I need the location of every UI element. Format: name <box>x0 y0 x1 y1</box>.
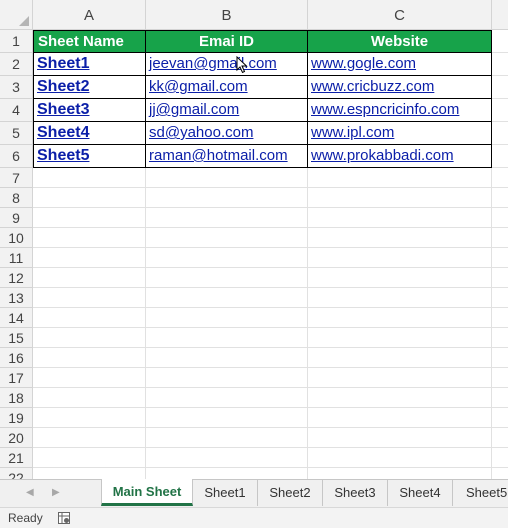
column-header-a[interactable]: A <box>33 0 146 30</box>
gridline <box>33 187 508 188</box>
sheet-link[interactable]: Sheet2 <box>37 78 89 95</box>
email-link[interactable]: raman@hotmail.com <box>149 147 288 164</box>
row-header[interactable]: 1 <box>0 30 33 53</box>
gridline <box>33 447 508 448</box>
website-link[interactable]: www.prokabbadi.com <box>311 147 454 164</box>
row-header[interactable]: 15 <box>0 328 33 348</box>
row-header[interactable]: 2 <box>0 53 33 76</box>
spreadsheet-grid[interactable]: A B C 1 2 3 4 5 6 7 8 9 10 11 12 13 14 15 16 17 18 19 20 21 2… <box>0 0 508 479</box>
tab-sheet5[interactable]: Sheet5 <box>453 479 508 506</box>
website-link[interactable]: www.cricbuzz.com <box>311 78 434 95</box>
triangle-left-icon[interactable]: ◀ <box>26 487 34 498</box>
row-header[interactable]: 17 <box>0 368 33 388</box>
website-cell[interactable]: www.espncricinfo.com <box>308 99 492 122</box>
triangle-right-icon[interactable]: ▶ <box>52 487 60 498</box>
gridline <box>33 307 508 308</box>
gridline <box>33 367 508 368</box>
mouse-pointer-icon <box>236 56 248 74</box>
website-cell[interactable]: www.ipl.com <box>308 122 492 145</box>
row-header[interactable]: 12 <box>0 268 33 288</box>
website-link[interactable]: www.espncricinfo.com <box>311 101 459 118</box>
gridline <box>33 227 508 228</box>
tab-sheet3[interactable]: Sheet3 <box>323 479 388 506</box>
tab-main-sheet[interactable]: Main Sheet <box>101 479 193 506</box>
sheet-link[interactable]: Sheet5 <box>37 147 89 164</box>
gridline <box>33 467 508 468</box>
status-bar: Ready <box>0 507 508 528</box>
email-cell[interactable]: kk@gmail.com <box>146 76 308 99</box>
row-header[interactable]: 19 <box>0 408 33 428</box>
row-header[interactable]: 18 <box>0 388 33 408</box>
header-website[interactable]: Website <box>308 30 492 53</box>
website-cell[interactable]: www.cricbuzz.com <box>308 76 492 99</box>
email-cell[interactable]: jeevan@gmail.com <box>146 53 308 76</box>
sheet-link-cell[interactable]: Sheet3 <box>33 99 146 122</box>
gridline <box>33 387 508 388</box>
sheet-link-cell[interactable]: Sheet5 <box>33 145 146 168</box>
email-link[interactable]: sd@yahoo.com <box>149 124 253 141</box>
sheet-link-cell[interactable]: Sheet2 <box>33 76 146 99</box>
gridline <box>33 267 508 268</box>
sheet-link[interactable]: Sheet3 <box>37 101 89 118</box>
gridline <box>33 407 508 408</box>
tab-sheet1[interactable]: Sheet1 <box>193 479 258 506</box>
row-header[interactable]: 9 <box>0 208 33 228</box>
email-cell[interactable]: jj@gmail.com <box>146 99 308 122</box>
gridline <box>33 287 508 288</box>
select-all-corner[interactable] <box>0 0 33 30</box>
row-header[interactable]: 5 <box>0 122 33 145</box>
row-header[interactable]: 22 <box>0 468 33 479</box>
header-email-id[interactable]: Emai ID <box>146 30 308 53</box>
gridline <box>33 427 508 428</box>
website-link[interactable]: www.ipl.com <box>311 124 394 141</box>
email-link[interactable]: jj@gmail.com <box>149 101 239 118</box>
email-link[interactable]: jeevan@gmail.com <box>149 55 277 72</box>
gridline <box>33 207 508 208</box>
row-header[interactable]: 14 <box>0 308 33 328</box>
email-link[interactable]: kk@gmail.com <box>149 78 248 95</box>
sheet-tab-bar: ◀ ▶ Main Sheet Sheet1 Sheet2 Sheet3 Shee… <box>0 479 508 507</box>
sheet-link[interactable]: Sheet1 <box>37 55 89 72</box>
gridline <box>33 347 508 348</box>
sheet-link-cell[interactable]: Sheet1 <box>33 53 146 76</box>
email-cell[interactable]: raman@hotmail.com <box>146 145 308 168</box>
row-header[interactable]: 3 <box>0 76 33 99</box>
tab-sheet4[interactable]: Sheet4 <box>388 479 453 506</box>
email-cell[interactable]: sd@yahoo.com <box>146 122 308 145</box>
gridline <box>33 247 508 248</box>
sheet-link-cell[interactable]: Sheet4 <box>33 122 146 145</box>
row-header[interactable]: 13 <box>0 288 33 308</box>
column-header-c[interactable]: C <box>308 0 492 30</box>
sheet-link[interactable]: Sheet4 <box>37 124 89 141</box>
row-header[interactable]: 11 <box>0 248 33 268</box>
macro-record-icon[interactable] <box>58 512 70 524</box>
column-header-d[interactable] <box>492 0 508 30</box>
status-text: Ready <box>8 511 43 525</box>
row-header[interactable]: 10 <box>0 228 33 248</box>
website-cell[interactable]: www.prokabbadi.com <box>308 145 492 168</box>
row-header[interactable]: 8 <box>0 188 33 208</box>
column-header-b[interactable]: B <box>146 0 308 30</box>
row-header[interactable]: 7 <box>0 168 33 188</box>
website-cell[interactable]: www.gogle.com <box>308 53 492 76</box>
row-header[interactable]: 6 <box>0 145 33 168</box>
header-sheet-name[interactable]: Sheet Name <box>33 30 146 53</box>
row-header[interactable]: 20 <box>0 428 33 448</box>
tab-sheet2[interactable]: Sheet2 <box>258 479 323 506</box>
gridline <box>33 327 508 328</box>
website-link[interactable]: www.gogle.com <box>311 55 416 72</box>
row-header[interactable]: 4 <box>0 99 33 122</box>
row-header[interactable]: 21 <box>0 448 33 468</box>
row-header[interactable]: 16 <box>0 348 33 368</box>
select-all-triangle-icon <box>19 16 29 26</box>
